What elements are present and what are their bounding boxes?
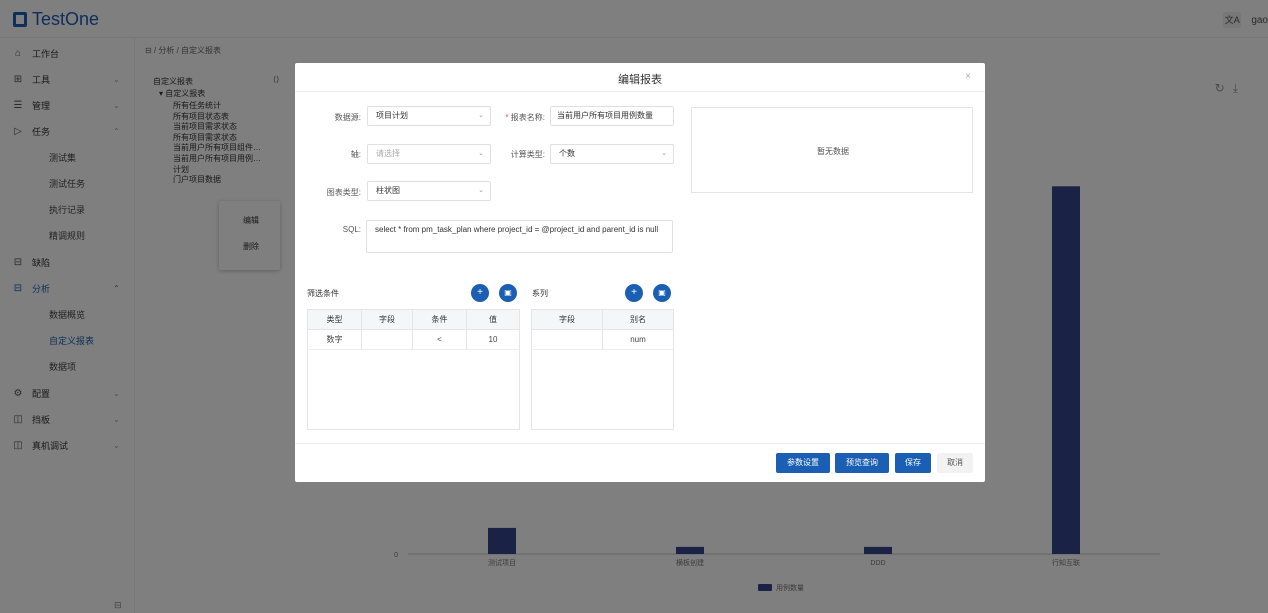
- trash-icon: ▣: [658, 288, 666, 297]
- chart-type-value: 柱状图: [376, 186, 400, 195]
- sql-label: SQL:: [342, 225, 361, 234]
- required-mark: *: [505, 113, 509, 122]
- add-filter-button[interactable]: +: [471, 284, 489, 302]
- axis-label: 轴:: [350, 150, 361, 159]
- series-col-alias: 别名: [630, 315, 646, 324]
- param-settings-button[interactable]: 参数设置: [776, 453, 830, 473]
- datasource-label: 数据源:: [334, 113, 361, 122]
- calc-type-label: 计算类型:: [510, 150, 545, 159]
- table-row[interactable]: num: [532, 330, 673, 350]
- edit-report-dialog: 编辑报表 × 数据源: 项目计划 ⌄ * 报表名称: 当前用户所有项目用例数量 …: [295, 63, 985, 482]
- footer-divider: [295, 443, 985, 444]
- series-table-header: 字段 别名: [532, 310, 673, 330]
- chart-type-label: 图表类型:: [326, 188, 361, 197]
- calc-type-value: 个数: [559, 149, 575, 158]
- filter-col-value: 值: [489, 315, 497, 324]
- trash-icon: ▣: [504, 288, 512, 297]
- series-title: 系列: [532, 289, 548, 298]
- report-name-label-text: 报表名称:: [510, 113, 545, 122]
- close-icon[interactable]: ×: [965, 71, 971, 82]
- axis-placeholder: 请选择: [376, 149, 400, 158]
- filter-col-field: 字段: [362, 310, 413, 330]
- axis-select[interactable]: 请选择 ⌄: [367, 144, 491, 164]
- cancel-button[interactable]: 取消: [937, 453, 973, 473]
- dialog-divider: [295, 91, 985, 92]
- filter-cell-type[interactable]: 数字: [308, 330, 362, 350]
- filter-table-header: 类型 字段 条件 值: [308, 310, 519, 330]
- preview-panel: 暂无数据: [691, 107, 973, 193]
- preview-empty-text: 暂无数据: [817, 147, 849, 156]
- table-row[interactable]: 数字 < 10: [308, 330, 519, 350]
- save-button[interactable]: 保存: [895, 453, 931, 473]
- preview-query-button[interactable]: 预览查询: [835, 453, 889, 473]
- chevron-down-icon: ⌄: [661, 150, 667, 157]
- series-cell-field[interactable]: [532, 330, 603, 350]
- filter-table: 类型 字段 条件 值 数字 < 10: [307, 309, 520, 430]
- chevron-down-icon: ⌄: [478, 187, 484, 194]
- filter-col-type: 类型: [308, 310, 362, 330]
- add-series-button[interactable]: +: [625, 284, 643, 302]
- series-cell-alias[interactable]: num: [603, 330, 673, 350]
- sql-textarea[interactable]: select * from pm_task_plan where project…: [366, 220, 673, 253]
- series-col-field: 字段: [532, 310, 603, 330]
- dialog-title: 编辑报表: [618, 74, 662, 86]
- series-table: 字段 别名 num: [531, 309, 674, 430]
- filter-cell-value[interactable]: 10: [467, 330, 519, 350]
- filter-title: 筛选条件: [307, 289, 339, 298]
- chart-type-select[interactable]: 柱状图 ⌄: [367, 181, 491, 201]
- report-name-label: * 报表名称:: [495, 112, 545, 123]
- report-name-input[interactable]: 当前用户所有项目用例数量: [550, 106, 674, 126]
- chevron-down-icon: ⌄: [478, 112, 484, 119]
- datasource-select[interactable]: 项目计划 ⌄: [367, 106, 491, 126]
- filter-cell-field[interactable]: [362, 330, 413, 350]
- delete-series-button[interactable]: ▣: [653, 284, 671, 302]
- delete-filter-button[interactable]: ▣: [499, 284, 517, 302]
- filter-cell-condition[interactable]: <: [413, 330, 467, 350]
- filter-col-condition: 条件: [413, 310, 467, 330]
- datasource-value: 项目计划: [376, 111, 408, 120]
- calc-type-select[interactable]: 个数 ⌄: [550, 144, 674, 164]
- chevron-down-icon: ⌄: [478, 150, 484, 157]
